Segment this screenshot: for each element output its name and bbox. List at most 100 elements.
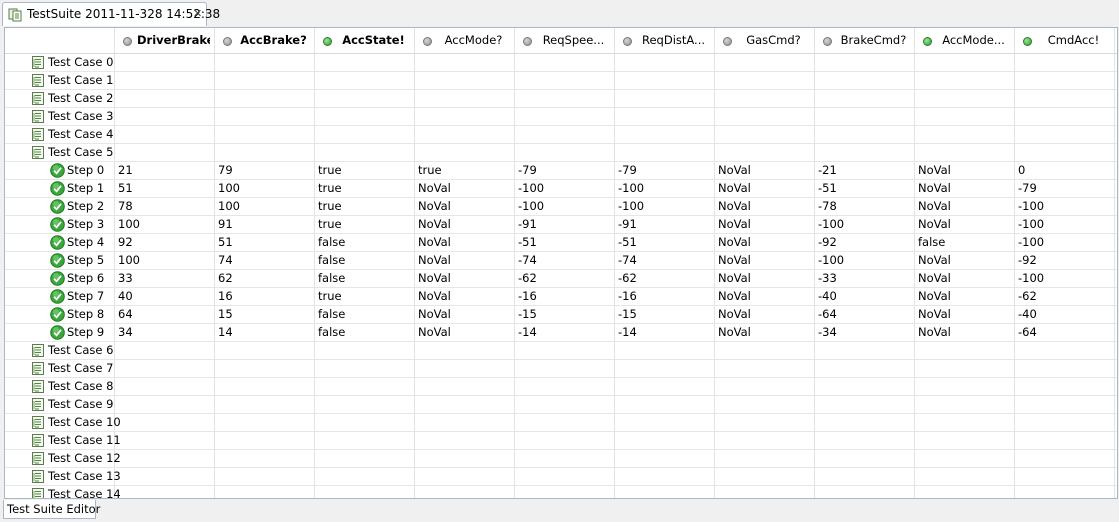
table-cell[interactable]: -74 [615, 252, 715, 269]
table-cell[interactable] [315, 450, 415, 467]
test-case-row[interactable]: Test Case 1 [5, 72, 1117, 90]
table-cell[interactable] [515, 90, 615, 107]
table-cell[interactable] [715, 342, 815, 359]
table-cell[interactable]: 79 [215, 162, 315, 179]
table-cell[interactable] [515, 432, 615, 449]
table-cell[interactable] [815, 360, 915, 377]
column-header[interactable]: AccBrake? [215, 28, 315, 53]
test-case-row[interactable]: Test Case 9 [5, 396, 1117, 414]
table-cell[interactable] [615, 342, 715, 359]
table-cell[interactable] [715, 450, 815, 467]
table-cell[interactable]: 34 [115, 324, 215, 341]
table-cell[interactable] [1015, 414, 1115, 431]
table-cell[interactable] [515, 360, 615, 377]
table-cell[interactable]: NoVal [415, 288, 515, 305]
table-cell[interactable] [815, 486, 915, 498]
table-cell[interactable] [715, 432, 815, 449]
table-cell[interactable] [1015, 126, 1115, 143]
table-cell[interactable]: -100 [615, 180, 715, 197]
column-header[interactable]: GasCmd? [715, 28, 815, 53]
row-name-cell[interactable]: Test Case 13 [5, 468, 121, 485]
table-cell[interactable] [1015, 144, 1115, 161]
table-cell[interactable]: 51 [115, 180, 215, 197]
table-cell[interactable] [315, 432, 415, 449]
table-cell[interactable] [715, 54, 815, 71]
table-cell[interactable] [515, 342, 615, 359]
test-suite-tab[interactable]: TestSuite 2011-11-328 14:52:38 ✕ [2, 2, 220, 26]
table-cell[interactable] [115, 432, 215, 449]
table-cell[interactable] [515, 450, 615, 467]
table-cell[interactable] [115, 486, 215, 498]
table-cell[interactable]: -100 [615, 198, 715, 215]
table-cell[interactable] [315, 396, 415, 413]
table-cell[interactable]: -79 [515, 162, 615, 179]
table-cell[interactable]: false [315, 270, 415, 287]
table-cell[interactable] [115, 360, 215, 377]
table-cell[interactable]: 100 [215, 180, 315, 197]
table-cell[interactable] [1015, 90, 1115, 107]
table-cell[interactable] [115, 450, 215, 467]
row-name-cell[interactable]: Step 8 [5, 306, 115, 323]
table-cell[interactable]: -14 [615, 324, 715, 341]
table-cell[interactable] [915, 72, 1015, 89]
table-cell[interactable]: true [315, 180, 415, 197]
table-cell[interactable]: -62 [515, 270, 615, 287]
row-name-cell[interactable]: Step 5 [5, 252, 115, 269]
table-cell[interactable] [115, 90, 215, 107]
table-cell[interactable] [515, 126, 615, 143]
table-cell[interactable]: false [915, 234, 1015, 251]
row-name-cell[interactable]: Test Case 0 [5, 54, 115, 71]
table-cell[interactable]: NoVal [415, 252, 515, 269]
table-cell[interactable]: NoVal [715, 216, 815, 233]
column-header[interactable]: DriverBrake? [115, 28, 215, 53]
column-header[interactable]: ReqSpee... [515, 28, 615, 53]
test-case-row[interactable]: Test Case 10 [5, 414, 1117, 432]
table-cell[interactable] [115, 468, 215, 485]
table-cell[interactable] [915, 432, 1015, 449]
table-cell[interactable] [815, 432, 915, 449]
table-cell[interactable]: false [315, 252, 415, 269]
table-cell[interactable]: NoVal [715, 234, 815, 251]
table-cell[interactable] [615, 72, 715, 89]
row-name-cell[interactable]: Test Case 12 [5, 450, 121, 467]
table-cell[interactable]: -91 [615, 216, 715, 233]
test-case-row[interactable]: Test Case 12 [5, 450, 1117, 468]
table-cell[interactable]: 21 [115, 162, 215, 179]
table-cell[interactable] [1015, 486, 1115, 498]
table-cell[interactable] [915, 90, 1015, 107]
table-cell[interactable]: -64 [815, 306, 915, 323]
table-cell[interactable] [215, 396, 315, 413]
table-cell[interactable] [215, 54, 315, 71]
table-cell[interactable]: -15 [515, 306, 615, 323]
table-cell[interactable]: NoVal [915, 180, 1015, 197]
table-cell[interactable] [715, 378, 815, 395]
table-cell[interactable] [615, 126, 715, 143]
table-cell[interactable] [915, 126, 1015, 143]
table-cell[interactable]: false [315, 234, 415, 251]
step-row[interactable]: Step 7 40 16 true NoVal -16 -16 NoVal -40 NoVal -6… [5, 288, 1117, 306]
table-cell[interactable]: NoVal [915, 162, 1015, 179]
table-cell[interactable] [815, 396, 915, 413]
close-icon[interactable]: ✕ [193, 7, 202, 20]
table-cell[interactable]: -33 [815, 270, 915, 287]
table-cell[interactable] [215, 486, 315, 498]
table-cell[interactable] [1015, 468, 1115, 485]
table-cell[interactable] [615, 90, 715, 107]
row-name-cell[interactable]: Step 3 [5, 216, 115, 233]
table-cell[interactable] [315, 108, 415, 125]
table-cell[interactable] [115, 414, 215, 431]
test-case-row[interactable]: Test Case 11 [5, 432, 1117, 450]
table-cell[interactable] [615, 468, 715, 485]
table-cell[interactable] [415, 450, 515, 467]
table-cell[interactable]: 62 [215, 270, 315, 287]
table-cell[interactable] [715, 360, 815, 377]
table-cell[interactable]: -92 [815, 234, 915, 251]
row-name-cell[interactable]: Test Case 2 [5, 90, 115, 107]
table-cell[interactable] [115, 378, 215, 395]
table-cell[interactable]: NoVal [415, 324, 515, 341]
table-cell[interactable] [315, 54, 415, 71]
table-cell[interactable]: -62 [1015, 288, 1115, 305]
step-row[interactable]: Step 9 34 14 false NoVal -14 -14 NoVal -34 NoVal -… [5, 324, 1117, 342]
table-cell[interactable] [915, 414, 1015, 431]
table-cell[interactable]: NoVal [915, 198, 1015, 215]
